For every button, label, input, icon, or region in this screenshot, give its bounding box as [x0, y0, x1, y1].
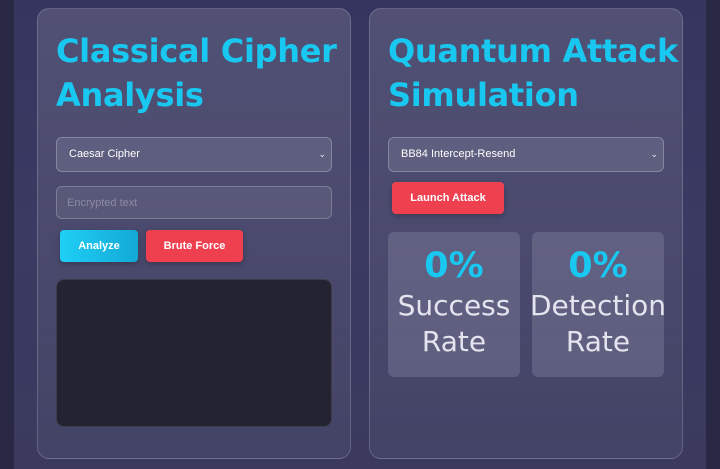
success-rate-label: Success Rate — [397, 289, 511, 358]
detection-rate-card: 0% Detection Rate — [530, 232, 666, 377]
cipher-type-select[interactable]: Caesar Cipher ⌄ — [56, 137, 332, 172]
chevron-down-icon: ⌄ — [650, 149, 658, 159]
success-rate-card: 0% Success Rate — [388, 232, 520, 377]
attack-type-select[interactable]: BB84 Intercept-Resend ⌄ — [388, 137, 664, 172]
detection-rate-label: Detection Rate — [529, 289, 667, 358]
classical-panel-title: Classical Cipher Analysis — [56, 32, 337, 114]
launch-attack-button[interactable]: Launch Attack — [392, 182, 504, 214]
analysis-output-area — [56, 279, 332, 427]
brute-force-button[interactable]: Brute Force — [146, 230, 243, 262]
quantum-attack-panel: Quantum Attack Simulation BB84 Intercept… — [369, 8, 683, 459]
attack-type-select-value: BB84 Intercept-Resend — [401, 148, 516, 160]
classical-cipher-panel: Classical Cipher Analysis Caesar Cipher … — [37, 8, 351, 459]
cipher-type-select-value: Caesar Cipher — [69, 148, 140, 160]
chevron-down-icon: ⌄ — [318, 149, 326, 159]
detection-rate-value: 0% — [568, 246, 628, 286]
success-rate-value: 0% — [424, 246, 484, 286]
analyze-button[interactable]: Analyze — [60, 230, 138, 262]
encrypted-text-input[interactable] — [56, 186, 332, 219]
quantum-panel-title: Quantum Attack Simulation — [388, 32, 678, 114]
